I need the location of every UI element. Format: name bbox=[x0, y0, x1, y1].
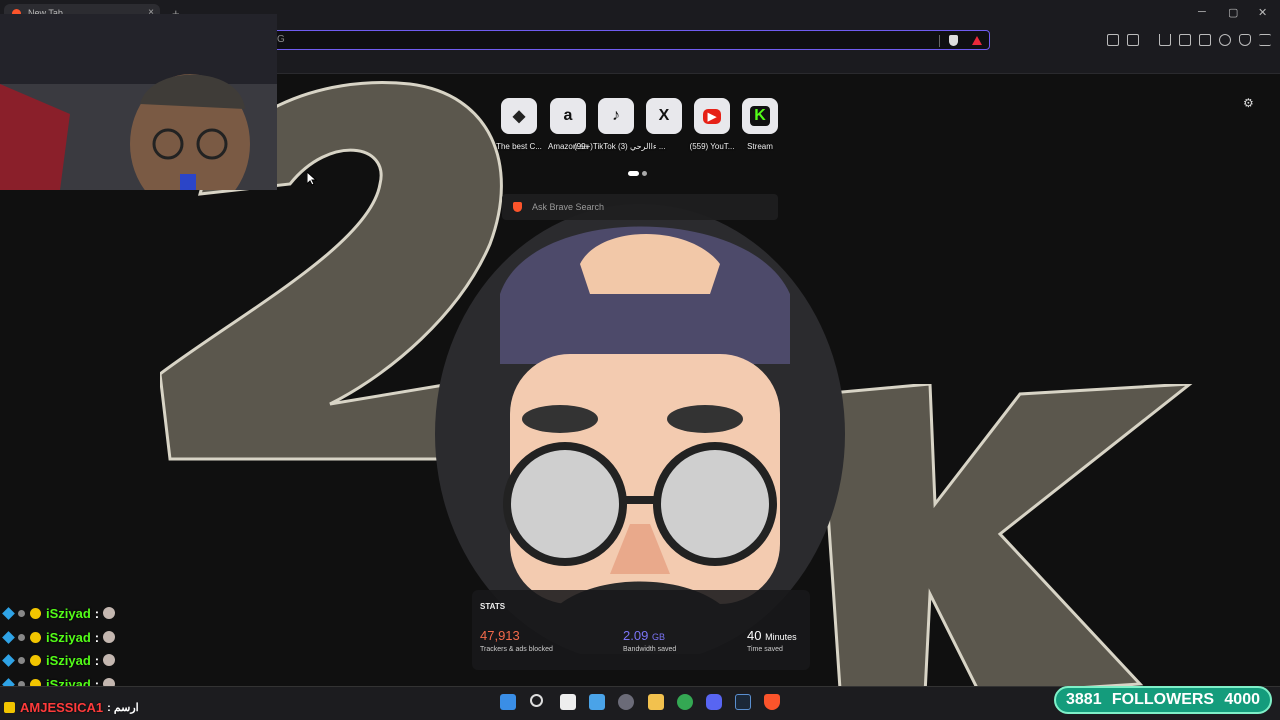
task-view-icon[interactable] bbox=[560, 694, 576, 710]
close-window-button[interactable]: ✕ bbox=[1258, 6, 1267, 19]
badge-icon bbox=[30, 607, 41, 619]
chrome-icon[interactable] bbox=[677, 694, 693, 710]
emote-icon bbox=[103, 654, 116, 666]
tiktok-icon: ♪ bbox=[598, 98, 634, 134]
badge-icon bbox=[18, 633, 25, 641]
maximize-button[interactable]: ▢ bbox=[1228, 6, 1238, 19]
search-placeholder: Ask Brave Search bbox=[532, 202, 605, 212]
badge-icon bbox=[30, 654, 41, 666]
steam-icon[interactable] bbox=[735, 694, 751, 710]
chat-text: : ارسم bbox=[107, 701, 139, 714]
chat-message: AMJESSICA1 : ارسم bbox=[4, 698, 139, 716]
followers-current: 3881 bbox=[1066, 691, 1102, 708]
sidebar-icon[interactable] bbox=[1179, 34, 1191, 46]
downloads-icon[interactable] bbox=[1159, 34, 1171, 46]
brave-icon[interactable] bbox=[764, 694, 780, 710]
badge-icon bbox=[2, 630, 15, 644]
kick-icon: K bbox=[742, 98, 778, 134]
chat-username: iSziyad bbox=[46, 652, 91, 668]
chat-message: iSziyad: bbox=[2, 651, 116, 669]
stats-widget: STATS 47,913 Trackers & ads blocked 2.09… bbox=[472, 590, 810, 670]
top-site-tile[interactable]: ◆ The best C... bbox=[491, 98, 547, 151]
pager-dot[interactable] bbox=[642, 171, 647, 176]
url-text: G bbox=[277, 34, 285, 45]
leo-ai-icon[interactable] bbox=[1219, 34, 1231, 46]
trackers-caption: Trackers & ads blocked bbox=[480, 646, 553, 653]
badge-icon bbox=[4, 701, 15, 713]
search-icon[interactable] bbox=[530, 694, 543, 707]
top-sites-pager[interactable] bbox=[628, 163, 650, 181]
top-site-tile[interactable]: K Stream bbox=[732, 98, 788, 151]
emote-icon bbox=[103, 607, 116, 619]
top-site-label: The best C... bbox=[496, 142, 542, 151]
x-icon: X bbox=[646, 98, 682, 134]
bandwidth-value: 2.09 bbox=[623, 628, 649, 643]
chat-username: iSziyad bbox=[46, 605, 91, 621]
url-divider bbox=[939, 35, 940, 47]
windows-start-icon[interactable] bbox=[500, 694, 516, 710]
pager-dot-active[interactable] bbox=[628, 171, 639, 176]
badge-icon bbox=[18, 656, 25, 664]
top-site-label: Stream bbox=[747, 142, 773, 151]
followers-label: FOLLOWERS bbox=[1111, 691, 1215, 708]
stat-bandwidth: 2.09 GB Bandwidth saved bbox=[623, 628, 676, 653]
emote-icon bbox=[103, 631, 116, 643]
chromium-icon[interactable] bbox=[618, 694, 634, 710]
background-letter-art bbox=[820, 384, 1193, 686]
badge-icon bbox=[18, 609, 25, 617]
youtube-icon: ▶ bbox=[694, 98, 730, 134]
mouse-cursor-icon bbox=[307, 172, 317, 186]
followers-goal-badge: 3881 FOLLOWERS 4000 bbox=[1054, 686, 1272, 714]
brave-shields-icon[interactable] bbox=[949, 35, 958, 46]
menu-icon[interactable] bbox=[1259, 34, 1271, 46]
top-site-label: (99+)TikTok (3) ءاالرحي ... bbox=[574, 142, 666, 151]
wallet-icon[interactable] bbox=[1127, 34, 1139, 46]
bandwidth-unit: GB bbox=[651, 632, 665, 642]
amazon-icon: a bbox=[550, 98, 586, 134]
brave-rewards-icon[interactable] bbox=[972, 36, 982, 45]
minimize-button[interactable]: ─ bbox=[1198, 6, 1206, 18]
tabs-icon[interactable] bbox=[1199, 34, 1211, 46]
pixel-avatar-image bbox=[435, 204, 845, 654]
stat-time: 40 Minutes Time saved bbox=[747, 628, 797, 653]
address-bar[interactable]: G bbox=[270, 30, 990, 50]
badge-icon bbox=[2, 653, 15, 667]
discord-icon[interactable] bbox=[706, 694, 722, 710]
game-controller-icon: ◆ bbox=[501, 98, 537, 134]
bandwidth-caption: Bandwidth saved bbox=[623, 646, 677, 653]
chat-username: AMJESSICA1 bbox=[20, 699, 104, 715]
store-icon[interactable] bbox=[589, 694, 605, 710]
stat-trackers: 47,913 Trackers & ads blocked bbox=[480, 628, 553, 653]
chat-message: iSziyad: bbox=[2, 604, 116, 622]
followers-goal: 4000 bbox=[1224, 691, 1260, 708]
brave-lion-icon bbox=[513, 202, 522, 212]
stats-title: STATS bbox=[480, 602, 506, 611]
chat-message: iSziyad: bbox=[2, 628, 116, 646]
file-explorer-icon[interactable] bbox=[648, 694, 664, 710]
badge-icon bbox=[2, 606, 15, 620]
search-box[interactable]: Ask Brave Search bbox=[502, 194, 778, 220]
badge-icon bbox=[30, 631, 41, 643]
trackers-value: 47,913 bbox=[480, 628, 520, 643]
extensions-icon[interactable] bbox=[1107, 34, 1119, 46]
chat-username: iSziyad bbox=[46, 629, 91, 645]
time-unit: Minutes bbox=[765, 632, 797, 642]
vpn-icon[interactable] bbox=[1239, 34, 1251, 46]
gear-icon[interactable]: ⚙ bbox=[1243, 96, 1254, 110]
time-value: 40 bbox=[747, 628, 762, 643]
time-caption: Time saved bbox=[747, 646, 783, 653]
webcam-overlay bbox=[0, 14, 277, 190]
